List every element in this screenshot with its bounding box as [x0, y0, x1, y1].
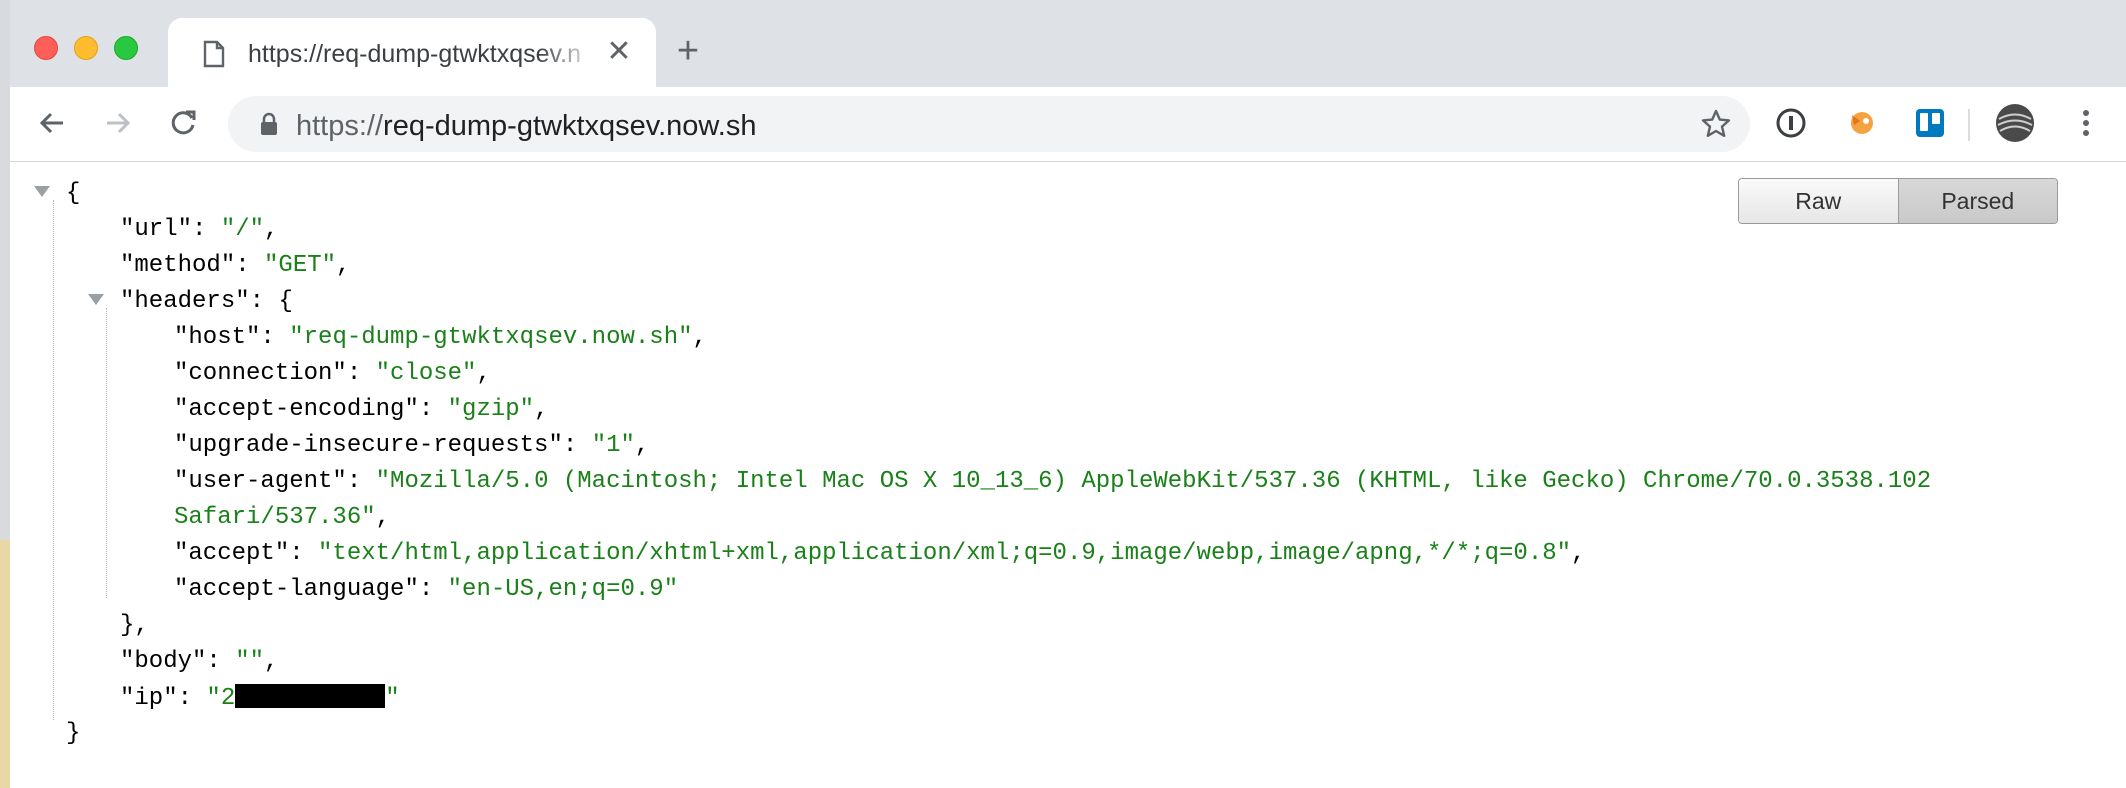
url-scheme: https://	[296, 110, 384, 142]
collapse-root-icon[interactable]	[34, 186, 50, 197]
new-tab-button[interactable]: +	[670, 32, 706, 70]
active-tab[interactable]: https://req-dump-gtwktxqsev.n ✕	[168, 18, 656, 87]
minimize-window-button[interactable]	[74, 36, 98, 60]
json-key: "body"	[120, 648, 207, 675]
json-row-accept-encoding: "accept-encoding": "gzip",	[174, 396, 549, 423]
json-row-user-agent-wrap: Safari/537.36",	[174, 504, 391, 531]
json-row-body: "body": "",	[120, 648, 279, 675]
json-row-user-agent: "user-agent": "Mozilla/5.0 (Macintosh; I…	[174, 468, 1932, 495]
browser-window: https://req-dump-gtwktxqsev.n ✕ + https:…	[10, 0, 2126, 788]
view-mode-toggle: Raw Parsed	[1738, 178, 2058, 224]
maximize-window-button[interactable]	[114, 36, 138, 60]
json-string: "/"	[220, 216, 265, 243]
close-tab-icon[interactable]: ✕	[601, 34, 637, 70]
json-string: "2	[206, 685, 236, 712]
tab-title-fade	[538, 32, 598, 72]
json-key: "headers"	[120, 288, 250, 315]
json-key: "upgrade-insecure-requests"	[174, 432, 563, 459]
json-string: ""	[235, 648, 265, 675]
tab-title: https://req-dump-gtwktxqsev.n	[248, 40, 582, 68]
json-root-open: {	[66, 180, 81, 207]
url-text[interactable]: https://req-dump-gtwktxqsev.now.sh	[296, 110, 756, 143]
json-string: "Mozilla/5.0 (Macintosh; Intel Mac OS X …	[375, 468, 1932, 495]
json-row-accept-language: "accept-language": "en-US,en;q=0.9"	[174, 576, 679, 603]
root-indent-guide	[53, 200, 54, 720]
reload-button[interactable]	[163, 103, 203, 143]
json-key: "accept-encoding"	[174, 396, 419, 423]
back-button[interactable]	[32, 103, 72, 143]
json-root-close: }	[66, 720, 81, 747]
address-bar[interactable]: https://req-dump-gtwktxqsev.now.sh	[228, 96, 1750, 152]
url-host: req-dump-gtwktxqsev.now.sh	[383, 110, 757, 142]
lock-icon[interactable]	[260, 112, 278, 141]
star-icon[interactable]	[1700, 108, 1732, 145]
json-viewer-page: Raw Parsed { "url": "/", "method": "GET"…	[10, 162, 2126, 788]
forward-arrow-icon	[107, 112, 131, 134]
raw-view-button[interactable]: Raw	[1739, 179, 1898, 223]
json-row-url: "url": "/",	[120, 216, 279, 243]
collapse-headers-icon[interactable]	[88, 294, 104, 305]
json-key: "host"	[174, 324, 261, 351]
json-string: "gzip"	[447, 396, 535, 423]
json-string: "	[385, 685, 400, 712]
json-key: "accept-language"	[174, 576, 419, 603]
json-string: Safari/537.36"	[174, 504, 376, 531]
json-key: "ip"	[120, 685, 178, 712]
page-icon	[202, 40, 226, 73]
profile-avatar-icon[interactable]	[1994, 102, 2036, 144]
json-headers-close: },	[120, 612, 149, 639]
toolbar: https://req-dump-gtwktxqsev.now.sh	[10, 87, 2126, 162]
json-row-connection: "connection": "close",	[174, 360, 491, 387]
extension-fox-icon[interactable]	[1844, 105, 1880, 141]
trello-icon[interactable]	[1912, 105, 1948, 141]
json-row-accept: "accept": "text/html,application/xhtml+x…	[174, 540, 1586, 567]
json-row-upgrade-insecure-requests: "upgrade-insecure-requests": "1",	[174, 432, 650, 459]
json-row-ip: "ip": "2 "	[120, 684, 400, 712]
json-string: "close"	[375, 360, 477, 387]
json-key: "method"	[120, 252, 236, 279]
menu-dots-icon[interactable]	[2068, 105, 2104, 141]
json-string: "req-dump-gtwktxqsev.now.sh"	[289, 324, 693, 351]
back-arrow-icon	[39, 112, 63, 134]
toolbar-separator	[1968, 109, 1970, 141]
json-row-headers: "headers": {	[120, 288, 293, 315]
desktop-background-strip	[0, 540, 10, 788]
json-string: "en-US,en;q=0.9"	[447, 576, 679, 603]
json-string: "GET"	[264, 252, 337, 279]
parsed-view-button[interactable]: Parsed	[1897, 179, 2057, 223]
json-key: "user-agent"	[174, 468, 347, 495]
forward-button[interactable]	[98, 103, 138, 143]
password-manager-icon[interactable]	[1773, 105, 1809, 141]
json-row-host: "host": "req-dump-gtwktxqsev.now.sh",	[174, 324, 707, 351]
json-key: "accept"	[174, 540, 290, 567]
json-string: "1"	[591, 432, 635, 459]
json-string: "text/html,application/xhtml+xml,applica…	[318, 540, 1572, 567]
close-window-button[interactable]	[34, 36, 58, 60]
reload-icon	[171, 110, 196, 135]
redaction-bar	[235, 684, 386, 708]
json-key: "connection"	[174, 360, 347, 387]
headers-indent-guide	[106, 308, 107, 598]
tab-strip: https://req-dump-gtwktxqsev.n ✕ +	[10, 0, 2126, 87]
json-row-method: "method": "GET",	[120, 252, 351, 279]
json-key: "url"	[120, 216, 193, 243]
